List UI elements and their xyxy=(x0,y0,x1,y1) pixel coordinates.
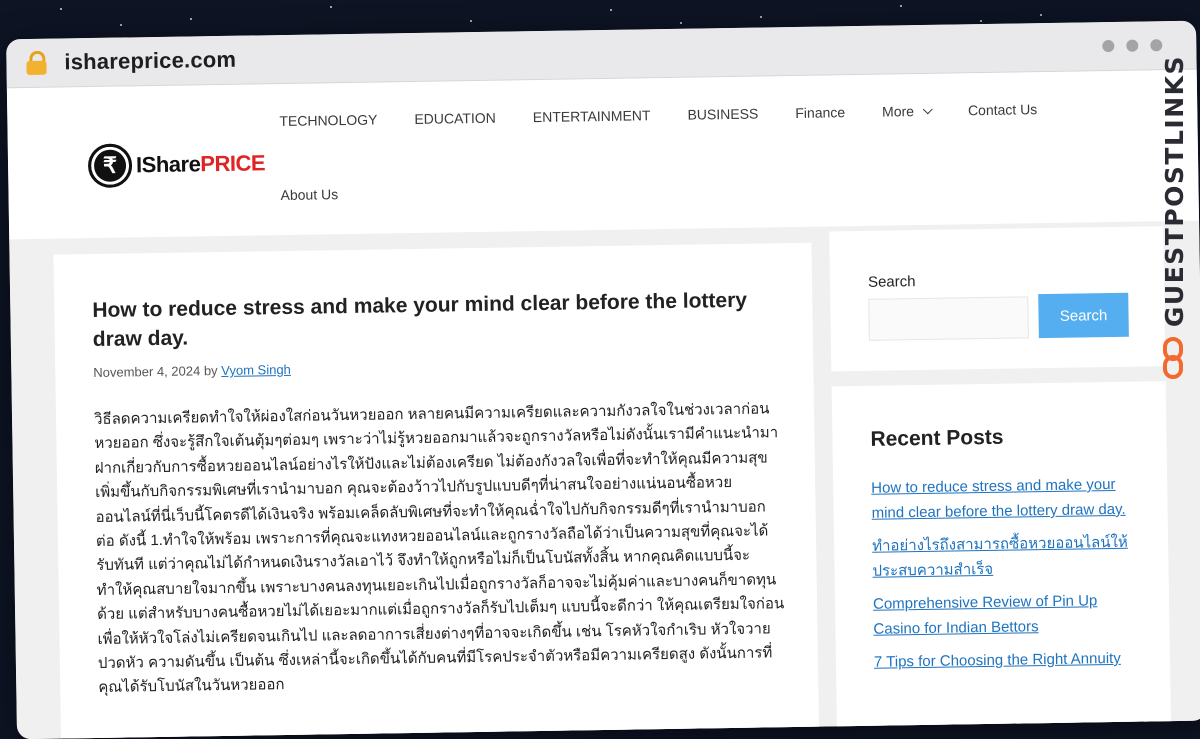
search-widget: Search Search xyxy=(829,226,1166,372)
site-header: ₹ ISharePRICE TECHNOLOGY EDUCATION ENTER… xyxy=(6,69,1200,241)
recent-post-link[interactable]: 7 Tips for Choosing the Right Annuity xyxy=(874,650,1121,671)
window-controls xyxy=(1102,39,1163,53)
window-dot-3[interactable] xyxy=(1150,39,1163,52)
nav-education[interactable]: EDUCATION xyxy=(414,110,496,127)
guestpostlinks-badge: GUESTPOSTLINKS xyxy=(1156,55,1192,380)
rupee-logo-icon: ₹ xyxy=(87,143,133,189)
list-item: ทำอย่างไรถึงสามารถซื้อหวยออนไลน์ให้ประสบ… xyxy=(872,530,1143,584)
search-button[interactable]: Search xyxy=(1038,292,1129,339)
window-dot-2[interactable] xyxy=(1126,39,1139,52)
lock-icon xyxy=(26,50,47,76)
list-item: How to reduce stress and make your mind … xyxy=(871,472,1142,526)
recent-posts-list: How to reduce stress and make your mind … xyxy=(871,472,1144,683)
post-date: November 4, 2024 xyxy=(93,363,201,381)
recent-post-link[interactable]: Comprehensive Review of Pin Up Casino fo… xyxy=(873,592,1098,638)
article-card: How to reduce stress and make your mind … xyxy=(53,242,820,739)
author-link[interactable]: Vyom Singh xyxy=(221,362,291,378)
recent-post-link[interactable]: ทำอย่างไรถึงสามารถซื้อหวยออนไลน์ให้ประสบ… xyxy=(872,534,1128,580)
recent-post-link[interactable]: How to reduce stress and make your mind … xyxy=(871,476,1126,522)
browser-window: ishareprice.com ₹ ISharePRICE TECHNOLOGY… xyxy=(6,20,1200,739)
post-title[interactable]: How to reduce stress and make your mind … xyxy=(92,286,753,354)
nav-contact-us[interactable]: Contact Us xyxy=(968,101,1037,118)
nav-entertainment[interactable]: ENTERTAINMENT xyxy=(533,107,651,125)
list-item: Comprehensive Review of Pin Up Casino fo… xyxy=(873,588,1144,642)
post-meta: November 4, 2024 by Vyom Singh xyxy=(93,362,291,380)
nav-business[interactable]: BUSINESS xyxy=(687,106,758,123)
list-item: 7 Tips for Choosing the Right Annuity xyxy=(874,646,1144,675)
recent-posts-title: Recent Posts xyxy=(870,425,1004,451)
nav-finance[interactable]: Finance xyxy=(795,104,845,121)
window-dot-1[interactable] xyxy=(1102,39,1115,53)
post-body: วิธีลดความเครียดทำใจให้ผ่องใสก่อนวันหวยอ… xyxy=(93,400,785,697)
main-nav-row-2: About Us xyxy=(280,186,375,203)
logo-text: ISharePRICE xyxy=(135,150,266,178)
post-by: by xyxy=(203,363,218,379)
badge-text: GUESTPOSTLINKS xyxy=(1159,55,1189,328)
main-nav: TECHNOLOGY EDUCATION ENTERTAINMENT BUSIN… xyxy=(279,101,1074,129)
chevron-down-icon xyxy=(922,104,933,115)
nav-technology[interactable]: TECHNOLOGY xyxy=(279,112,377,130)
search-label: Search xyxy=(867,273,916,291)
chain-link-icon xyxy=(1161,337,1187,380)
nav-more-label: More xyxy=(881,103,915,120)
site-logo[interactable]: ₹ ISharePRICE xyxy=(87,141,266,189)
url-text[interactable]: ishareprice.com xyxy=(64,47,236,76)
nav-more[interactable]: More xyxy=(881,103,933,120)
nav-about-us[interactable]: About Us xyxy=(280,186,338,203)
recent-posts-widget: Recent Posts How to reduce stress and ma… xyxy=(831,381,1172,739)
search-input[interactable] xyxy=(868,296,1029,341)
